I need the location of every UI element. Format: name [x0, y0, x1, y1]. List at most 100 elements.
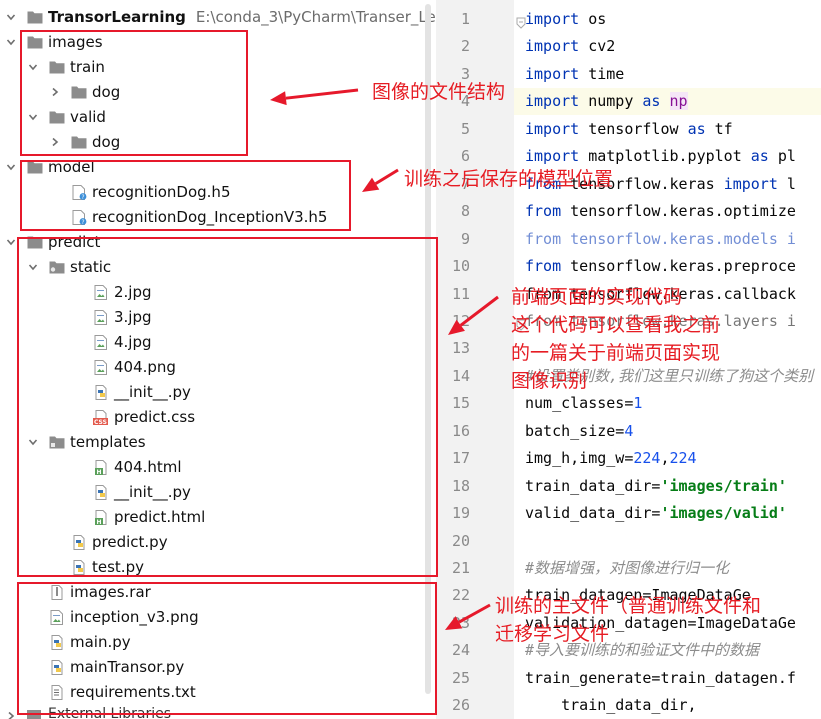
line-number: 22: [451, 586, 470, 605]
code-token: tf: [705, 119, 733, 138]
code-token: 1: [633, 394, 643, 413]
line-number: 10: [451, 257, 470, 276]
code-token: numpy: [579, 92, 643, 111]
code-token: 224: [633, 449, 661, 468]
predict-annotation-text: 图像识别: [511, 370, 588, 392]
code-line[interactable]: from tensorflow.keras.models i: [525, 226, 796, 253]
line-number: 11: [451, 284, 470, 303]
code-token: time: [579, 64, 625, 83]
line-number: 16: [451, 421, 470, 440]
model-annotation-text: 训练之后保存的模型位置: [404, 168, 614, 190]
code-keyword: import: [525, 147, 580, 166]
code-token: tensorflow.keras.preproce: [561, 257, 796, 276]
code-line[interactable]: num_classes=1: [525, 390, 642, 417]
code-line[interactable]: import numpy as np: [525, 88, 688, 115]
line-number: 21: [451, 559, 470, 577]
code-keyword: import: [525, 92, 580, 111]
code-token: batch_size=: [525, 421, 625, 440]
code-keyword: as: [750, 147, 769, 166]
chevron-down-icon[interactable]: [6, 162, 16, 172]
line-number: 25: [451, 668, 470, 687]
main-annotation-text: 训练的主文件（普通训练文件和: [495, 595, 762, 617]
code-token: valid_data_dir=: [525, 504, 661, 523]
code-line[interactable]: from tensorflow.keras.optimize: [525, 198, 796, 225]
code-line[interactable]: import time: [525, 61, 624, 88]
line-number: 13: [451, 339, 470, 358]
predict-annotation-text: 前端页面的实现代码: [511, 286, 683, 308]
line-number: 8: [460, 202, 470, 221]
line-number: 19: [451, 504, 470, 523]
folder-icon: [27, 10, 43, 25]
code-line[interactable]: train_data_dir,: [525, 692, 697, 719]
code-keyword: import: [723, 174, 778, 193]
code-keyword: import: [525, 119, 580, 138]
code-line[interactable]: import os: [525, 6, 606, 33]
line-number: 9: [460, 229, 470, 248]
project-name: TransorLearning: [48, 8, 186, 26]
code-keyword: as: [687, 119, 706, 138]
code-token: tensorflow.keras.optimize: [561, 202, 796, 221]
code-line[interactable]: import cv2: [525, 33, 615, 60]
code-keyword: from tensorflow.keras.models i: [525, 229, 796, 248]
code-token: img_h,img_w=: [525, 449, 634, 468]
code-token: num_classes=: [525, 394, 634, 413]
line-number: 17: [451, 449, 470, 468]
line-number: 18: [451, 476, 470, 495]
code-keyword: from: [525, 257, 562, 276]
code-string: 'images/train': [660, 476, 787, 495]
line-number: 23: [451, 613, 470, 632]
code-line[interactable]: from tensorflow.keras.preproce: [525, 253, 796, 280]
code-keyword: import: [525, 37, 580, 56]
line-number: 1: [460, 10, 470, 28]
code-token: tensorflow: [579, 119, 688, 138]
code-token: matplotlib.pyplot: [579, 147, 751, 166]
code-token: cv2: [579, 37, 616, 56]
line-number: 2: [460, 37, 470, 56]
predict-annotation-text: 的一篇关于前端页面实现: [511, 342, 721, 364]
chevron-down-icon[interactable]: [6, 237, 16, 247]
line-number: 26: [451, 696, 470, 715]
line-number: 15: [451, 394, 470, 413]
code-token: train_generate=train_datagen.f: [525, 668, 796, 687]
main-annotation-text: 迁移学习文件: [495, 623, 610, 645]
predict-annotation-text: 这个代码可以查看我之前: [511, 314, 721, 336]
main-files-highlight-box: [17, 582, 437, 715]
code-line[interactable]: #数据增强，对图像进行归一化: [525, 555, 729, 582]
code-token: train_data_dir=: [525, 476, 661, 495]
code-token: 224: [669, 449, 697, 468]
line-number: 20: [451, 531, 470, 550]
code-token: np: [669, 92, 688, 111]
code-token: 4: [624, 421, 634, 440]
chevron-down-icon[interactable]: [6, 37, 16, 47]
code-keyword: as: [642, 92, 661, 111]
code-keyword: from: [525, 202, 562, 221]
code-token: pl: [768, 147, 796, 166]
code-line[interactable]: train_data_dir='images/train': [525, 473, 787, 500]
code-line[interactable]: batch_size=4: [525, 418, 633, 445]
code-line[interactable]: valid_data_dir='images/valid': [525, 500, 787, 527]
project-path: E:\conda_3\PyCharm\Transer_Learn: [195, 8, 436, 26]
images-annotation-text: 图像的文件结构: [372, 81, 506, 103]
tree-root-row[interactable]: TransorLearning E:\conda_3\PyCharm\Transe…: [0, 5, 436, 30]
code-token: os: [579, 10, 607, 28]
line-number: 24: [451, 641, 470, 660]
chevron-right-icon[interactable]: [6, 709, 16, 719]
code-line[interactable]: train_generate=train_datagen.f: [525, 665, 796, 692]
code-token: train_data_dir,: [525, 696, 697, 715]
code-line[interactable]: img_h,img_w=224,224: [525, 445, 697, 472]
code-keyword: import: [525, 64, 580, 83]
code-token: ,: [660, 449, 670, 468]
images-highlight-box: [20, 30, 248, 156]
code-keyword: import: [525, 10, 580, 28]
code-token: l: [777, 174, 796, 193]
line-number: 14: [451, 366, 470, 385]
line-number: 5: [460, 119, 470, 138]
chevron-down-icon[interactable]: [6, 12, 16, 22]
code-line[interactable]: import tensorflow as tf: [525, 116, 733, 143]
code-string: 'images/valid': [660, 504, 787, 523]
model-highlight-box: [20, 160, 351, 231]
code-comment: #数据增强，对图像进行归一化: [525, 559, 730, 577]
line-number: 12: [451, 311, 470, 330]
predict-highlight-box: [17, 237, 438, 577]
